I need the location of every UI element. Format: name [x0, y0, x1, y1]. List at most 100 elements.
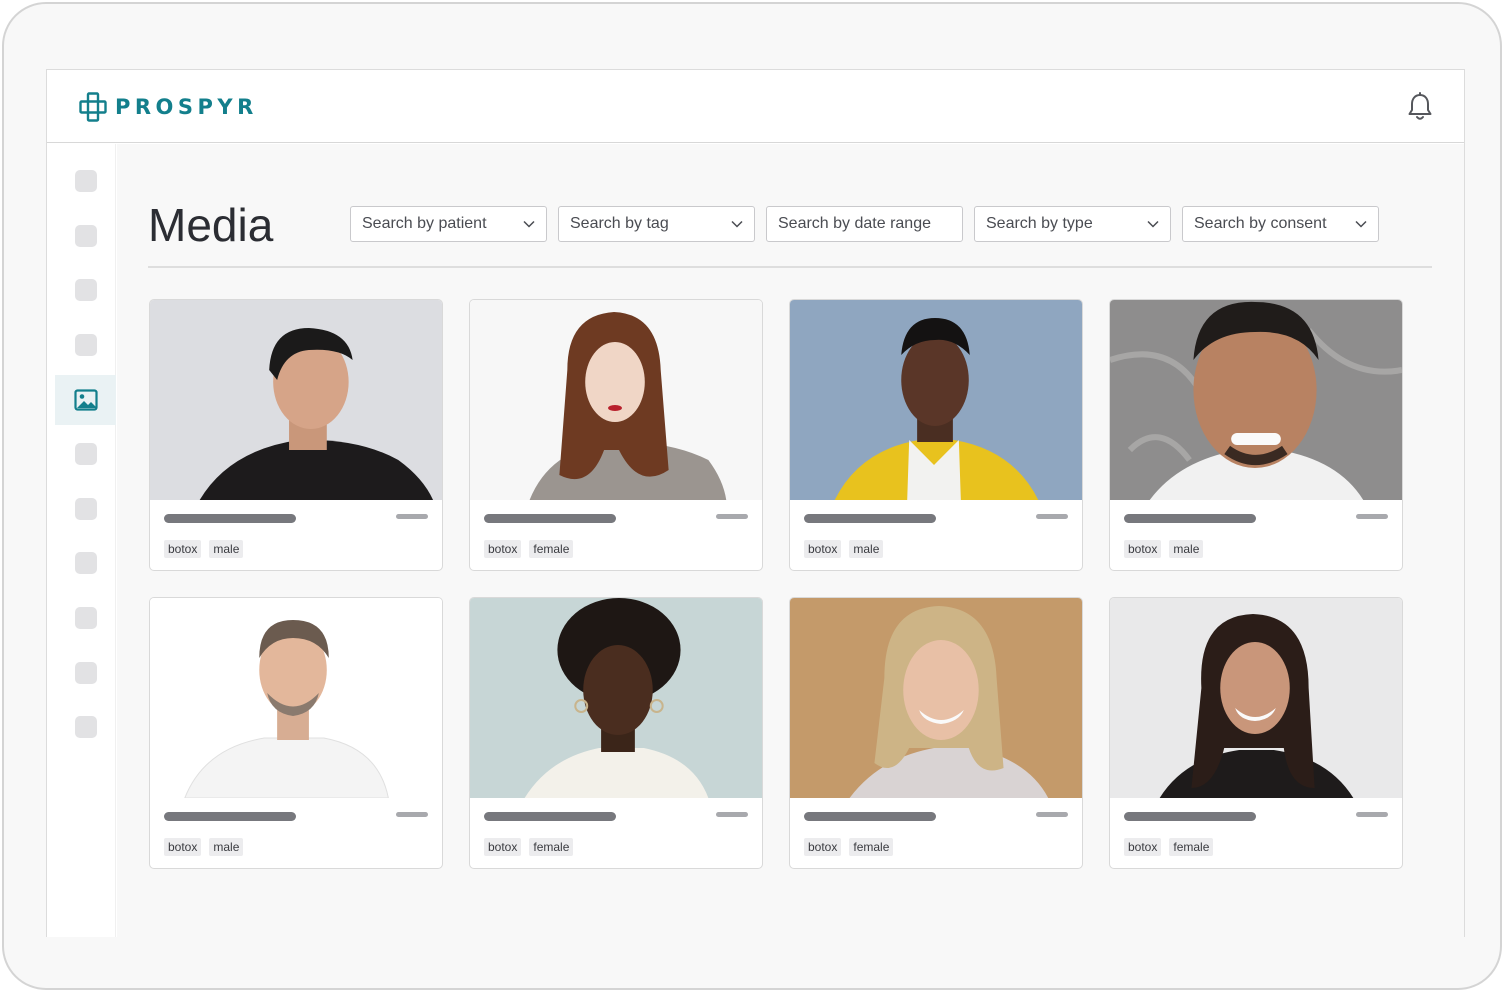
filter-label: Search by patient — [362, 215, 487, 232]
patient-photo[interactable] — [470, 300, 762, 500]
media-card[interactable]: botox female — [1109, 597, 1403, 869]
app-window: PROSPYR Media Search by patient Search b… — [46, 69, 1465, 937]
top-bar: PROSPYR — [47, 70, 1464, 143]
sidebar-item-8[interactable] — [55, 538, 116, 588]
media-card[interactable]: botox male — [789, 299, 1083, 571]
tag[interactable]: male — [849, 540, 884, 558]
brand-name: PROSPYR — [115, 95, 258, 119]
title-placeholder — [804, 514, 936, 523]
sidebar-item-10[interactable] — [55, 648, 116, 698]
nav-placeholder-icon — [74, 279, 97, 301]
date-range-filter-input[interactable]: Search by date range — [766, 206, 963, 242]
tag-list: botox male — [804, 540, 884, 558]
filter-label: Search by tag — [570, 215, 669, 232]
tag[interactable]: botox — [1124, 838, 1162, 856]
nav-placeholder-icon — [74, 170, 97, 192]
tag[interactable]: female — [529, 540, 574, 558]
patient-photo[interactable] — [470, 598, 762, 798]
tag-list: botox female — [484, 540, 574, 558]
tag[interactable]: botox — [1124, 540, 1162, 558]
media-card[interactable]: botox female — [469, 597, 763, 869]
meta-placeholder — [716, 514, 748, 519]
title-placeholder — [484, 812, 616, 821]
meta-placeholder — [1356, 514, 1388, 519]
tag[interactable]: male — [1169, 540, 1204, 558]
chevron-down-icon — [1355, 220, 1367, 228]
patient-photo[interactable] — [790, 300, 1082, 500]
image-icon — [73, 389, 98, 411]
title-placeholder — [164, 514, 296, 523]
sidebar-item-7[interactable] — [55, 484, 116, 534]
meta-placeholder — [1356, 812, 1388, 817]
media-card[interactable]: botox male — [1109, 299, 1403, 571]
sidebar-item-1[interactable] — [55, 156, 116, 206]
filter-label: Search by type — [986, 215, 1093, 232]
tag[interactable]: male — [209, 540, 244, 558]
meta-placeholder — [1036, 812, 1068, 817]
page-title: Media — [148, 199, 274, 251]
media-grid: botox male botox female botox male botox… — [149, 299, 1403, 869]
chevron-down-icon — [523, 220, 535, 228]
title-placeholder — [164, 812, 296, 821]
patient-photo[interactable] — [150, 300, 442, 500]
sidebar-item-9[interactable] — [55, 593, 116, 643]
meta-placeholder — [716, 812, 748, 817]
consent-filter-dropdown[interactable]: Search by consent — [1182, 206, 1379, 242]
brand-logo[interactable]: PROSPYR — [79, 92, 258, 122]
tag[interactable]: botox — [484, 540, 522, 558]
patient-photo[interactable] — [1110, 598, 1402, 798]
nav-placeholder-icon — [74, 443, 97, 465]
title-placeholder — [484, 514, 616, 523]
sidebar-item-4[interactable] — [55, 320, 116, 370]
nav-placeholder-icon — [74, 607, 97, 629]
tag[interactable]: botox — [804, 540, 842, 558]
sidebar-item-2[interactable] — [55, 211, 116, 261]
nav-placeholder-icon — [74, 498, 97, 520]
patient-photo[interactable] — [1110, 300, 1402, 500]
header-divider — [148, 266, 1432, 268]
filter-label: Search by consent — [1194, 215, 1327, 232]
tag[interactable]: male — [209, 838, 244, 856]
sidebar — [47, 144, 116, 937]
main-content: Media Search by patient Search by tag Se… — [117, 144, 1464, 937]
tag[interactable]: female — [849, 838, 894, 856]
tag[interactable]: botox — [804, 838, 842, 856]
tag-list: botox male — [164, 838, 244, 856]
chevron-down-icon — [1147, 220, 1159, 228]
tag[interactable]: botox — [164, 540, 202, 558]
nav-placeholder-icon — [74, 716, 97, 738]
patient-filter-dropdown[interactable]: Search by patient — [350, 206, 547, 242]
meta-placeholder — [396, 812, 428, 817]
tag[interactable]: female — [529, 838, 574, 856]
tag-list: botox male — [164, 540, 244, 558]
patient-photo[interactable] — [150, 598, 442, 798]
nav-placeholder-icon — [74, 334, 97, 356]
tag[interactable]: female — [1169, 838, 1214, 856]
title-placeholder — [1124, 812, 1256, 821]
meta-placeholder — [396, 514, 428, 519]
meta-placeholder — [1036, 514, 1068, 519]
tag-list: botox male — [1124, 540, 1204, 558]
tag-list: botox female — [1124, 838, 1214, 856]
sidebar-item-3[interactable] — [55, 265, 116, 315]
filter-label: Search by date range — [778, 215, 931, 232]
sidebar-item-11[interactable] — [55, 702, 116, 752]
nav-placeholder-icon — [74, 225, 97, 247]
bell-icon[interactable] — [1406, 92, 1434, 122]
media-card[interactable]: botox female — [789, 597, 1083, 869]
sidebar-item-media[interactable] — [55, 375, 116, 425]
media-card[interactable]: botox male — [149, 299, 443, 571]
tag-filter-dropdown[interactable]: Search by tag — [558, 206, 755, 242]
nav-placeholder-icon — [74, 662, 97, 684]
media-card[interactable]: botox female — [469, 299, 763, 571]
tag-list: botox female — [804, 838, 894, 856]
filter-bar: Search by patient Search by tag Search b… — [350, 206, 1379, 242]
tag[interactable]: botox — [484, 838, 522, 856]
patient-photo[interactable] — [790, 598, 1082, 798]
tag-list: botox female — [484, 838, 574, 856]
sidebar-item-6[interactable] — [55, 429, 116, 479]
tag[interactable]: botox — [164, 838, 202, 856]
prospyr-logo-icon — [79, 92, 107, 122]
media-card[interactable]: botox male — [149, 597, 443, 869]
type-filter-dropdown[interactable]: Search by type — [974, 206, 1171, 242]
